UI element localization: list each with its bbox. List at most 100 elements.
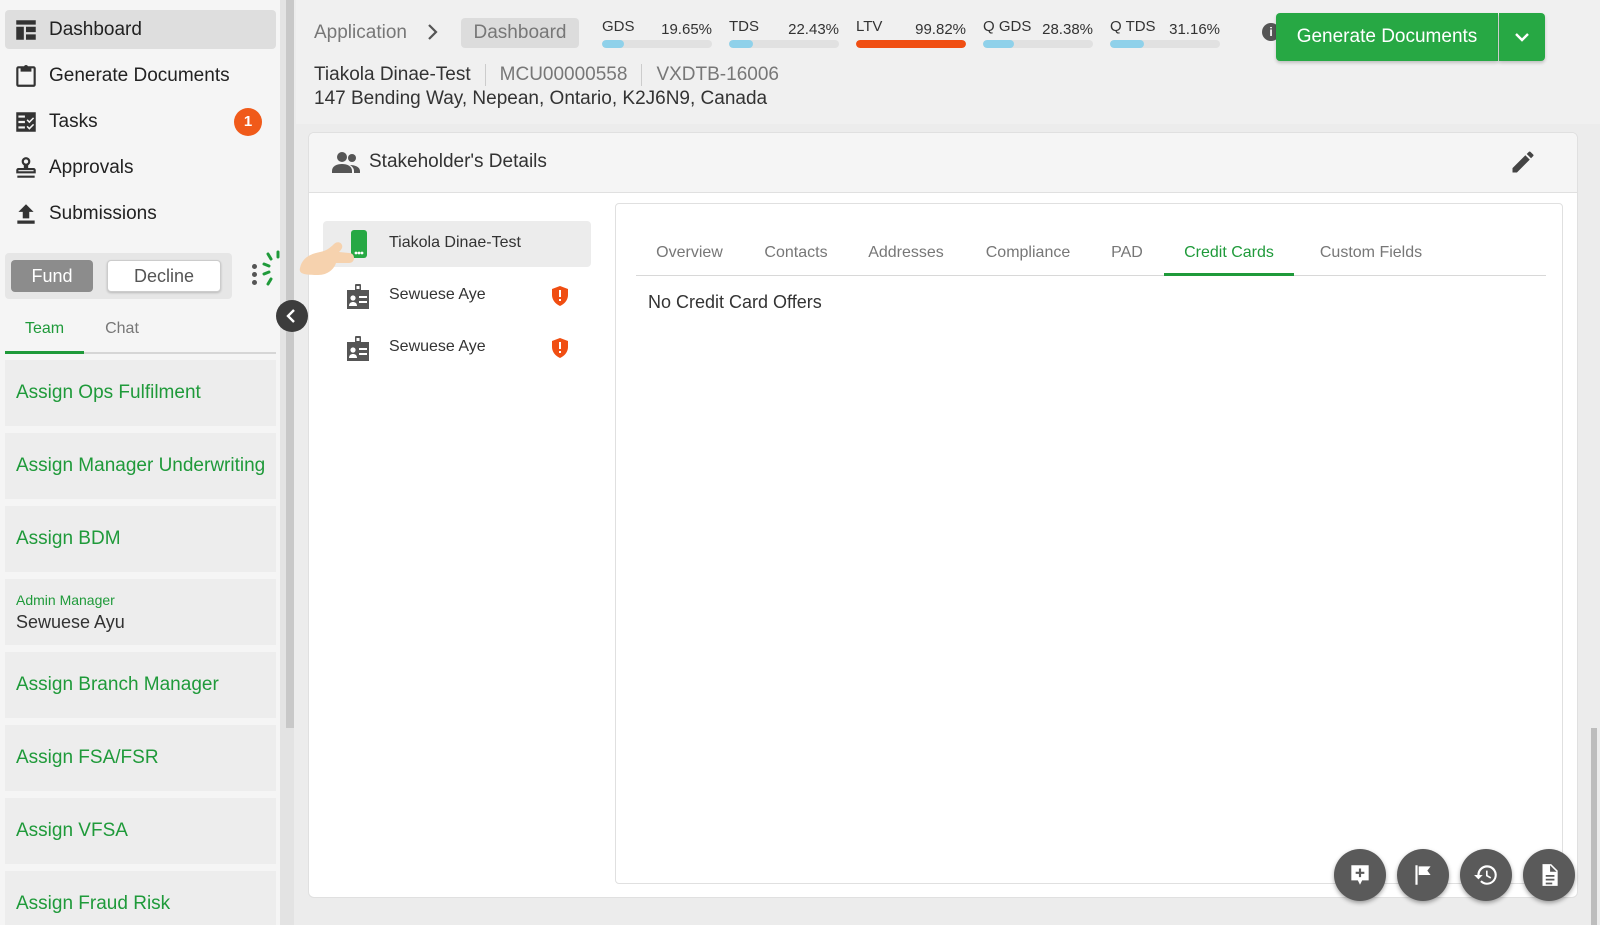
- flag-button[interactable]: [1397, 849, 1449, 901]
- nav-label: Tasks: [49, 110, 98, 132]
- tab-credit-cards[interactable]: Credit Cards: [1164, 232, 1294, 276]
- warning-shield-icon: [552, 286, 568, 306]
- nav-item-tasks[interactable]: Tasks 1: [5, 102, 276, 141]
- nav-label: Generate Documents: [49, 64, 230, 86]
- tab-team[interactable]: Team: [5, 310, 84, 354]
- panel-title: Stakeholder's Details: [369, 151, 547, 172]
- chevron-right-icon: [428, 24, 438, 40]
- collapse-sidebar-button[interactable]: [276, 300, 308, 332]
- tab-compliance[interactable]: Compliance: [966, 232, 1090, 276]
- add-note-button[interactable]: [1334, 849, 1386, 901]
- flag-icon: [1415, 865, 1431, 885]
- tab-chat[interactable]: Chat: [90, 310, 154, 354]
- client-mcu: MCU00000558: [499, 64, 628, 86]
- stakeholder-list: Tiakola Dinae-Test Sewuese Aye Sewuese A…: [323, 221, 591, 377]
- assign-link[interactable]: Assign FSA/FSR: [16, 747, 276, 769]
- metric-bar: [1110, 40, 1220, 48]
- people-icon: [332, 152, 360, 173]
- sidebar-scrollbar[interactable]: [286, 0, 294, 728]
- nav-label: Approvals: [49, 156, 134, 178]
- chevron-left-icon: [286, 309, 295, 323]
- metric-q-gds: Q GDS 28.38%: [983, 18, 1093, 52]
- main-scrollbar[interactable]: [1591, 728, 1597, 925]
- assign-link[interactable]: Assign VFSA: [16, 820, 276, 842]
- clipboard-icon: [13, 63, 39, 89]
- metric-gds: GDS 19.65%: [602, 18, 712, 52]
- tab-overview[interactable]: Overview: [636, 232, 743, 276]
- nav-item-generate-documents[interactable]: Generate Documents: [5, 56, 276, 95]
- tab-addresses[interactable]: Addresses: [848, 232, 964, 276]
- assign-link[interactable]: Assign Branch Manager: [16, 674, 276, 696]
- assign-link[interactable]: Assign Ops Fulfilment: [16, 382, 276, 404]
- metric-bar-fill: [729, 40, 754, 48]
- decline-button[interactable]: Decline: [107, 260, 221, 292]
- metric-bar: [983, 40, 1093, 48]
- decision-actions: Fund Decline: [5, 253, 232, 299]
- team-card-vfsa[interactable]: Assign VFSA: [5, 798, 276, 864]
- breadcrumb-application[interactable]: Application: [314, 22, 407, 44]
- note-plus-icon: [1351, 865, 1369, 885]
- metric-label: LTV: [856, 18, 883, 35]
- nav-item-approvals[interactable]: Approvals: [5, 148, 276, 187]
- stakeholder-item[interactable]: Sewuese Aye: [323, 273, 591, 319]
- documents-button[interactable]: [1523, 849, 1575, 901]
- tab-custom-fields[interactable]: Custom Fields: [1296, 232, 1446, 276]
- team-card-bdm[interactable]: Assign BDM: [5, 506, 276, 572]
- team-card-admin-manager[interactable]: Admin Manager Sewuese Ayu: [5, 579, 276, 645]
- hand-pointer-icon: [299, 242, 354, 275]
- metric-bar: [856, 40, 966, 48]
- team-card-ops-fulfilment[interactable]: Assign Ops Fulfilment: [5, 360, 276, 426]
- tab-contacts[interactable]: Contacts: [746, 232, 846, 276]
- metric-q-tds: Q TDS 31.16%: [1110, 18, 1220, 52]
- metric-value: 31.16%: [1169, 21, 1220, 38]
- document-icon: [1542, 864, 1558, 886]
- generate-documents-button[interactable]: Generate Documents: [1276, 13, 1498, 61]
- metric-bar-fill: [856, 40, 966, 48]
- team-card-manager-underwriting[interactable]: Assign Manager Underwriting: [5, 433, 276, 499]
- empty-state-message: No Credit Card Offers: [648, 292, 822, 312]
- client-summary: Tiakola Dinae-Test MCU00000558 VXDTB-16006: [314, 64, 779, 86]
- stakeholder-item[interactable]: Tiakola Dinae-Test: [323, 221, 591, 267]
- warning-shield-icon: [552, 338, 568, 358]
- assign-link[interactable]: Assign Fraud Risk: [16, 893, 276, 915]
- edit-pencil-icon[interactable]: [1509, 148, 1537, 176]
- history-button[interactable]: [1460, 849, 1512, 901]
- stamp-icon: [13, 155, 39, 181]
- client-reference: VXDTB-16006: [656, 64, 779, 86]
- team-card-fsa-fsr[interactable]: Assign FSA/FSR: [5, 725, 276, 791]
- nav-label: Submissions: [49, 202, 157, 224]
- client-name: Tiakola Dinae-Test: [314, 64, 471, 86]
- tasks-icon: [13, 109, 39, 135]
- metric-value: 22.43%: [788, 21, 839, 38]
- fund-button[interactable]: Fund: [11, 260, 93, 292]
- team-card-branch-manager[interactable]: Assign Branch Manager: [5, 652, 276, 718]
- metric-label: Q TDS: [1110, 18, 1156, 35]
- nav-item-dashboard[interactable]: Dashboard: [5, 10, 276, 49]
- metric-label: TDS: [729, 18, 759, 35]
- upload-icon: [13, 201, 39, 227]
- generate-documents-dropdown[interactable]: [1499, 13, 1545, 61]
- dashboard-icon: [13, 17, 39, 43]
- metric-value: 28.38%: [1042, 21, 1093, 38]
- team-role: Admin Manager: [16, 591, 115, 608]
- assign-link[interactable]: Assign Manager Underwriting: [16, 455, 276, 477]
- nav-item-submissions[interactable]: Submissions: [5, 194, 276, 233]
- metric-value: 99.82%: [915, 21, 966, 38]
- page-header: Application Dashboard GDS 19.65% TDS 22.…: [296, 0, 1600, 124]
- metric-label: Q GDS: [983, 18, 1032, 35]
- client-address: 147 Bending Way, Nepean, Ontario, K2J6N9…: [314, 88, 768, 109]
- team-person: Sewuese Ayu: [16, 611, 125, 632]
- sidebar-nav: Dashboard Generate Documents Tasks 1 App…: [5, 10, 276, 240]
- stakeholder-detail-card: Overview Contacts Addresses Compliance P…: [615, 203, 1563, 884]
- tab-pad[interactable]: PAD: [1092, 232, 1162, 276]
- metric-bar-fill: [602, 40, 624, 48]
- stakeholder-name: Sewuese Aye: [389, 286, 486, 303]
- assign-link[interactable]: Assign BDM: [16, 528, 276, 550]
- more-actions-icon[interactable]: [252, 264, 260, 292]
- history-icon: [1474, 865, 1497, 885]
- stakeholder-name: Tiakola Dinae-Test: [389, 234, 521, 251]
- stakeholder-item[interactable]: Sewuese Aye: [323, 325, 591, 371]
- metric-value: 19.65%: [661, 21, 712, 38]
- metric-bar-fill: [1110, 40, 1145, 48]
- team-card-fraud-risk[interactable]: Assign Fraud Risk: [5, 871, 276, 925]
